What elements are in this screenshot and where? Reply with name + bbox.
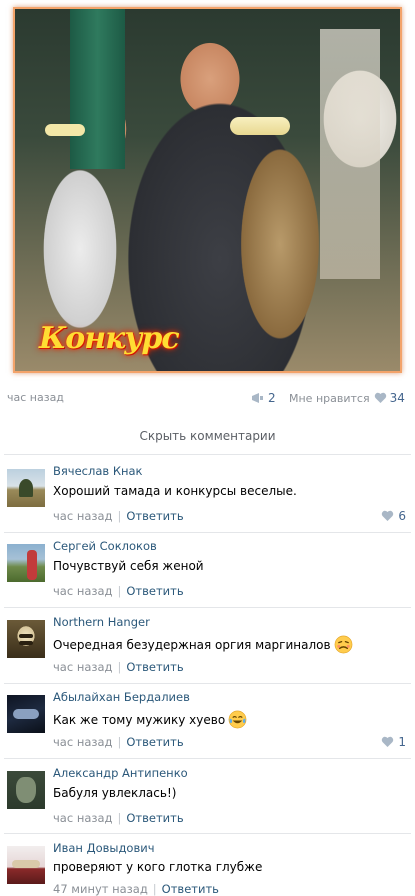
- post-photo[interactable]: Конкурс: [13, 7, 402, 373]
- post-time[interactable]: час назад: [7, 391, 64, 404]
- comment-item: Александр Антипенко Бабуля увлеклась!) ч…: [0, 762, 415, 837]
- comment-item: Абылайхан Бердалиев Как же тому мужику х…: [0, 686, 415, 761]
- photo-caption: Конкурс: [39, 321, 180, 356]
- comment-author[interactable]: Northern Hanger: [53, 615, 150, 629]
- comment-like-button[interactable]: 1: [381, 735, 406, 749]
- avatar[interactable]: [7, 846, 45, 884]
- comment-time[interactable]: час назад: [53, 811, 113, 825]
- post-meta: час назад 2 Мне нравится 34: [7, 391, 407, 407]
- megaphone-icon: [252, 393, 263, 403]
- heart-icon: [382, 736, 394, 747]
- comment-item: Сергей Соклоков Почувствуй себя женой ча…: [0, 535, 415, 610]
- divider: [4, 683, 411, 684]
- photo-banana-small: [45, 124, 85, 136]
- comment-author[interactable]: Абылайхан Бердалиев: [53, 690, 190, 704]
- divider: [4, 532, 411, 533]
- reply-button[interactable]: Ответить: [162, 882, 219, 896]
- comment-time[interactable]: час назад: [53, 660, 113, 674]
- comment-meta: час назад | Ответить: [53, 735, 184, 749]
- comment-item: Иван Довыдович проверяют у кого глотка г…: [0, 837, 415, 896]
- reply-button[interactable]: Ответить: [126, 811, 183, 825]
- like-count: 34: [389, 391, 405, 405]
- comment-like-count: 1: [398, 735, 406, 749]
- comment-author[interactable]: Иван Довыдович: [53, 841, 155, 855]
- comment-meta: час назад | Ответить: [53, 584, 184, 598]
- divider: [4, 607, 411, 608]
- photo-banana: [230, 117, 290, 135]
- divider: [4, 833, 411, 834]
- divider: [4, 758, 411, 759]
- avatar[interactable]: [7, 544, 45, 582]
- comment-like-count: 6: [398, 509, 406, 523]
- comment-item: Вячеслав Кнак Хороший тамада и конкурсы …: [0, 460, 415, 535]
- comment-text: Хороший тамада и конкурсы веселые.: [53, 484, 297, 498]
- comment-meta: час назад | Ответить: [53, 660, 184, 674]
- comment-time[interactable]: час назад: [53, 509, 113, 523]
- reply-button[interactable]: Ответить: [126, 735, 183, 749]
- comment-like-button[interactable]: 6: [381, 509, 406, 523]
- tired-face-emoji-icon: [334, 635, 352, 654]
- like-button[interactable]: Мне нравится 34: [289, 391, 405, 405]
- comment-text: Почувствуй себя женой: [53, 559, 204, 573]
- comment-meta: час назад | Ответить: [53, 509, 184, 523]
- repost-button[interactable]: 2: [251, 391, 276, 405]
- like-label: Мне нравится: [289, 391, 370, 405]
- repost-count: 2: [268, 391, 276, 405]
- heart-icon: [374, 392, 386, 403]
- avatar[interactable]: [7, 771, 45, 809]
- divider: [4, 454, 411, 455]
- comment-time[interactable]: час назад: [53, 735, 113, 749]
- avatar[interactable]: [7, 695, 45, 733]
- comment-text: проверяют у кого глотка глубже: [53, 860, 263, 874]
- photo-background-pillar: [70, 9, 125, 169]
- comment-author[interactable]: Сергей Соклоков: [53, 539, 157, 553]
- comment-meta: час назад | Ответить: [53, 811, 184, 825]
- comment-text: Бабуля увлеклась!): [53, 786, 177, 800]
- comment-item: Northern Hanger Очередная безудержная ор…: [0, 611, 415, 686]
- comment-author[interactable]: Вячеслав Кнак: [53, 464, 143, 478]
- avatar[interactable]: [7, 469, 45, 507]
- avatar[interactable]: [7, 620, 45, 658]
- comment-text: Как же тому мужику хуево: [53, 710, 247, 729]
- reply-button[interactable]: Ответить: [126, 584, 183, 598]
- comment-author[interactable]: Александр Антипенко: [53, 766, 188, 780]
- heart-icon: [382, 510, 394, 521]
- comment-time[interactable]: час назад: [53, 584, 113, 598]
- reply-button[interactable]: Ответить: [126, 660, 183, 674]
- photo-background-door: [320, 29, 380, 279]
- comment-text: Очередная безудержная оргия маргиналов: [53, 635, 353, 654]
- comment-time[interactable]: 47 минут назад: [53, 882, 148, 896]
- tears-of-joy-emoji-icon: [228, 710, 247, 729]
- reply-button[interactable]: Ответить: [126, 509, 183, 523]
- hide-comments-link[interactable]: Скрыть комментарии: [0, 429, 415, 443]
- comment-meta: 47 минут назад | Ответить: [53, 882, 219, 896]
